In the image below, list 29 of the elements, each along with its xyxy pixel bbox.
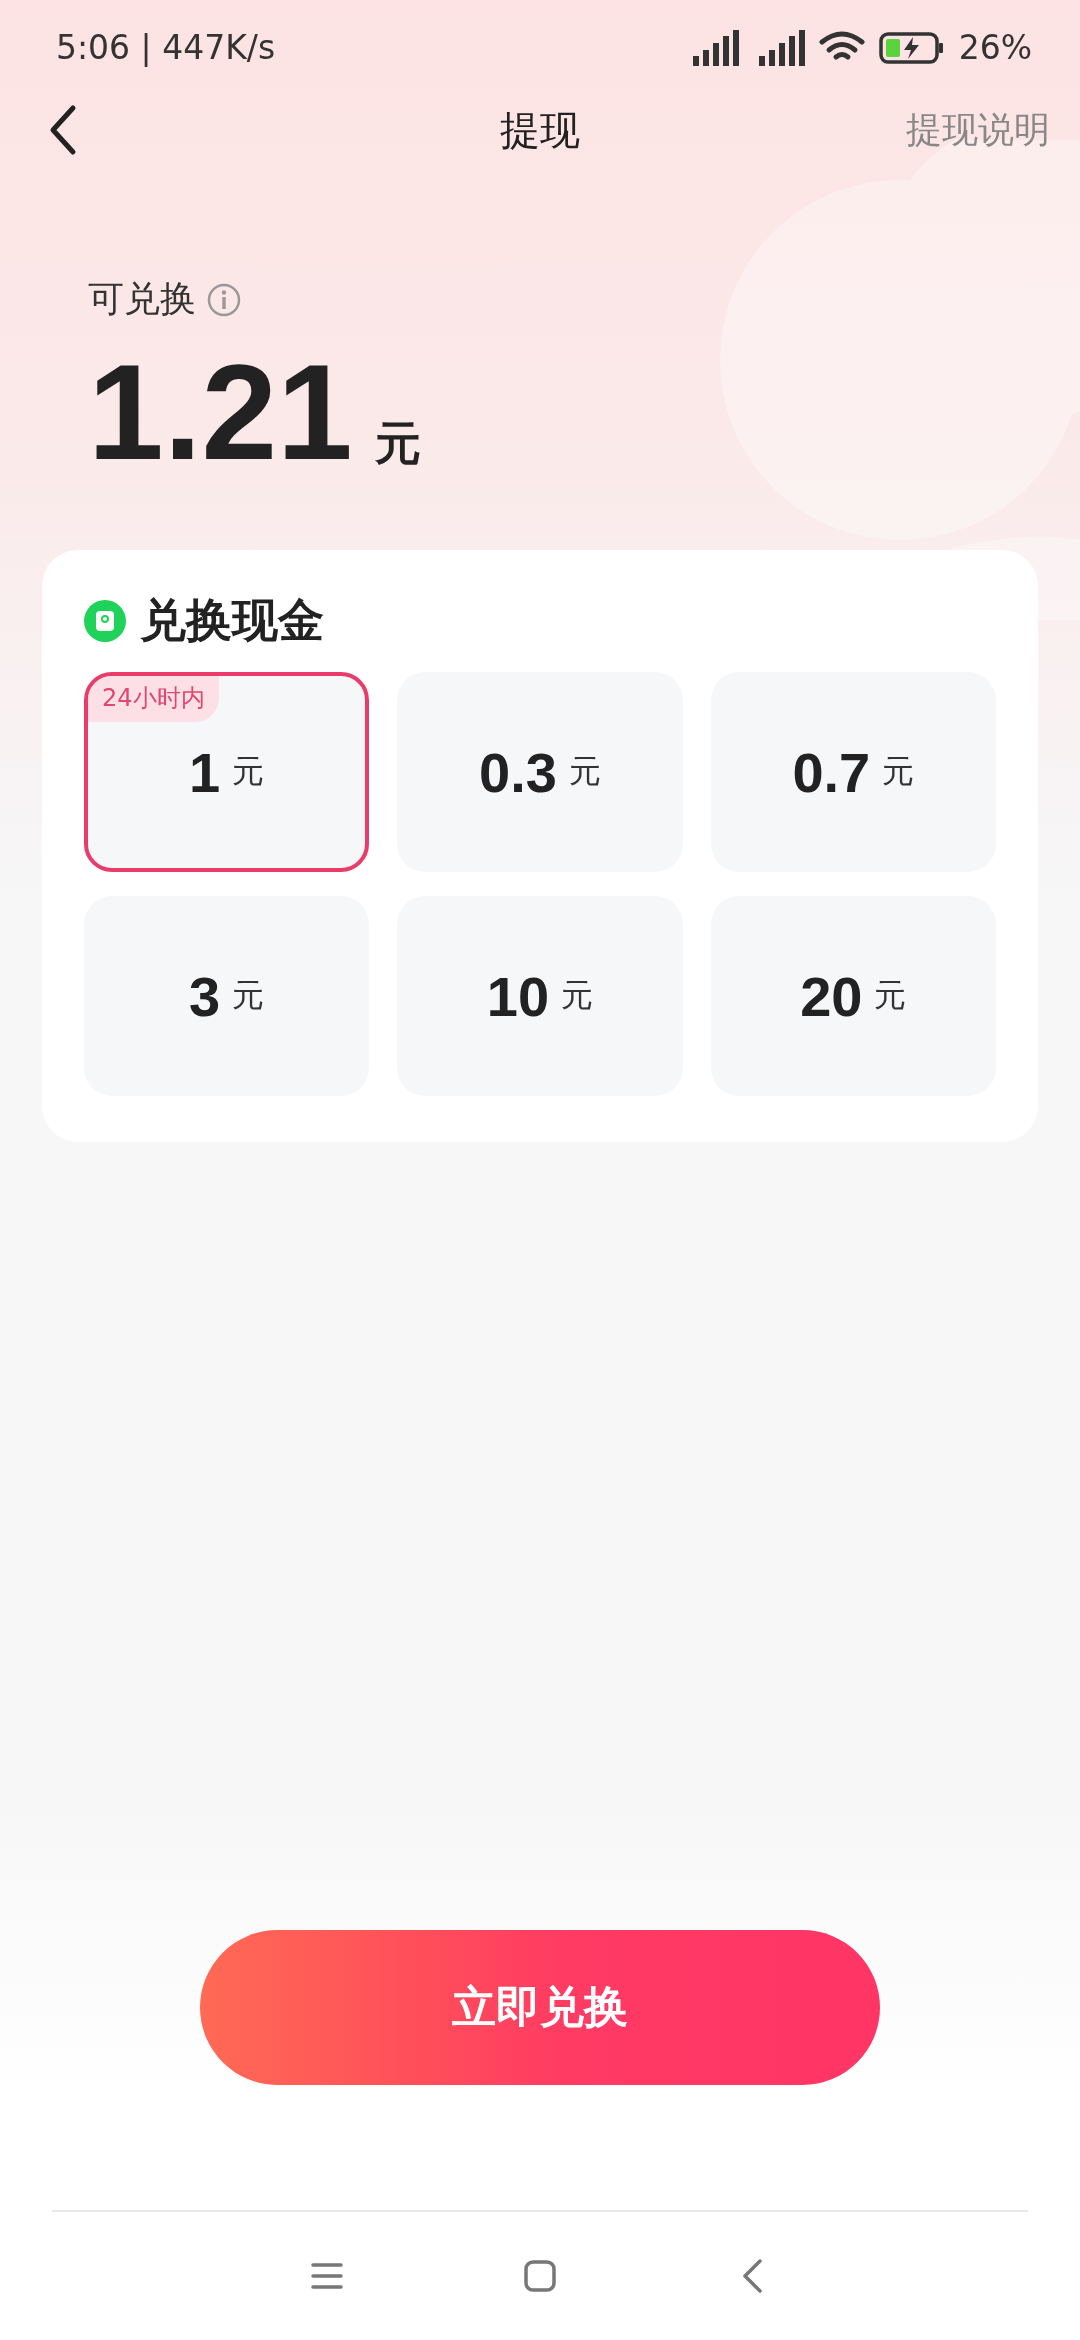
option-unit: 元 [874,975,907,1016]
option-amount: 3 [189,963,221,1029]
battery-percent: 26% [958,28,1032,67]
battery-charging-icon [878,30,945,65]
currency-unit: 元 [374,415,421,472]
option-unit: 元 [568,751,601,792]
amount-option[interactable]: 20 元 [710,896,996,1096]
section-title: 兑换现金 [140,592,324,649]
option-amount: 0.3 [479,739,557,805]
time-limit-badge: 24小时内 [88,676,219,722]
amount-option[interactable]: 0.7 元 [710,672,996,872]
option-unit: 元 [882,751,915,792]
option-amount: 10 [486,963,550,1029]
balance-amount: 1.21 [88,344,353,480]
option-unit: 元 [561,975,594,1016]
amount-option[interactable]: 3 元 [84,896,370,1096]
wallet-icon [84,600,126,642]
amount-option[interactable]: 0.3 元 [397,672,683,872]
page-title: 提现 [500,105,580,155]
option-amount: 20 [800,963,863,1029]
option-unit: 元 [232,975,265,1016]
status-time: 5:06 | 447K/s [56,28,276,67]
option-amount: 1 [189,739,221,805]
option-amount: 0.7 [792,739,871,805]
amount-option[interactable]: 10 元 [397,896,683,1096]
info-icon[interactable] [206,281,242,318]
amount-option[interactable]: 1 元 24小时内 [84,672,370,872]
balance-label: 可兑换 [88,277,196,321]
option-unit: 元 [232,751,265,792]
